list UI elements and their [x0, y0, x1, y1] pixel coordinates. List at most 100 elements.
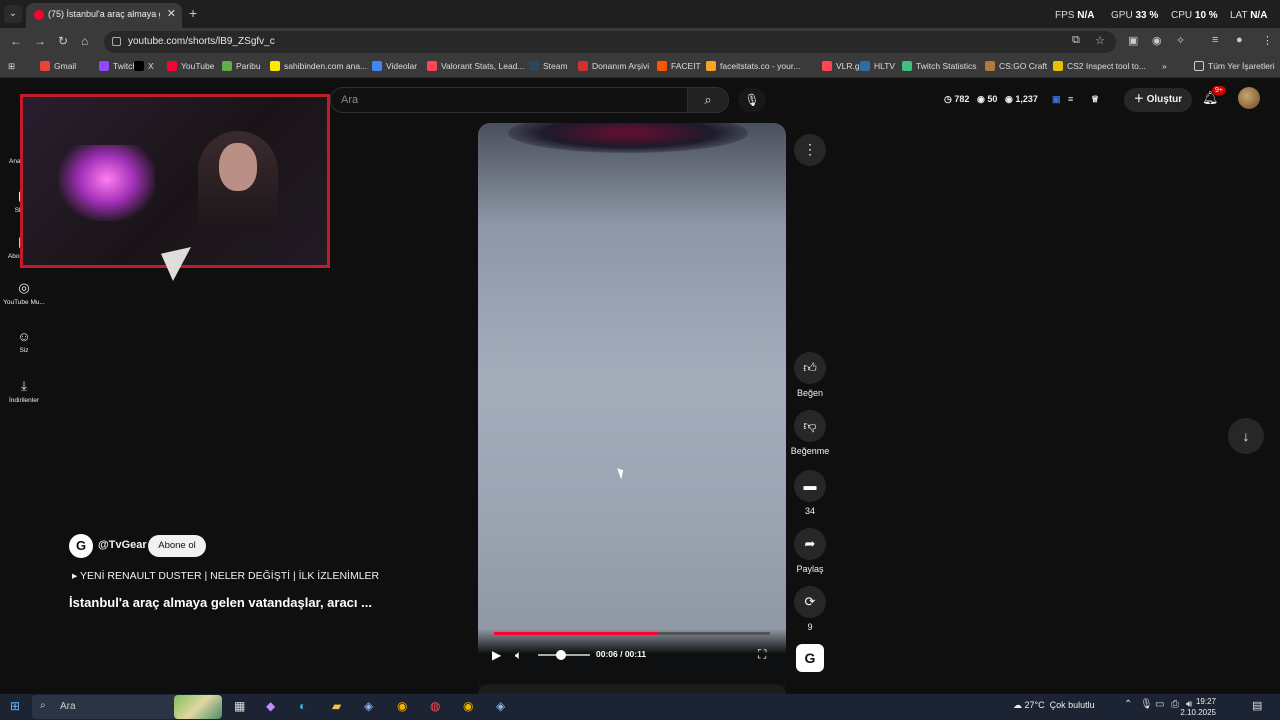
taskbar-clock[interactable]: 19:27 2.10.2025: [1176, 696, 1216, 718]
bookmark-item[interactable]: Videolar: [372, 61, 417, 71]
tab-search-dropdown[interactable]: ⌄: [4, 5, 22, 23]
profile-avatar-icon[interactable]: ●: [1236, 34, 1243, 46]
microphone-tray-icon[interactable]: 🎙︎: [1140, 699, 1153, 710]
address-bar[interactable]: youtube.com/shorts/lB9_ZSgfv_c: [104, 31, 1116, 53]
steam-icon[interactable]: ◈: [364, 699, 373, 713]
bookmark-label: X: [148, 61, 154, 71]
account-avatar[interactable]: [1238, 87, 1260, 109]
browser-menu-icon[interactable]: ⋮: [1262, 34, 1273, 47]
bookmark-item[interactable]: Gmail: [40, 61, 76, 71]
windows-start-icon[interactable]: ⊞: [10, 699, 20, 713]
next-short-preview[interactable]: [478, 684, 786, 694]
bookmark-label: Videolar: [386, 61, 418, 71]
forward-icon[interactable]: →: [34, 34, 46, 48]
ext-badge-icon[interactable]: ▣: [1052, 94, 1061, 105]
channel-name[interactable]: @TvGear: [98, 539, 147, 551]
reload-icon[interactable]: ↻: [58, 34, 68, 48]
task-view-icon[interactable]: ▦: [234, 699, 245, 713]
home-icon[interactable]: ⌂: [81, 34, 88, 48]
bookmark-item[interactable]: X: [134, 61, 154, 71]
new-tab-button[interactable]: +: [189, 5, 197, 21]
bookmark-item[interactable]: HLTV: [860, 61, 895, 71]
cpu-value: 10 %: [1194, 10, 1218, 21]
clock-time: 19:27: [1195, 697, 1216, 706]
extensions-puzzle-icon[interactable]: ✧: [1176, 34, 1185, 47]
sidebar-item-you[interactable]: ☺ Siz: [0, 329, 48, 354]
ext-list-icon[interactable]: ≡: [1068, 94, 1073, 104]
weather-cloud-icon: ☁: [1013, 700, 1025, 710]
tray-chevron-icon[interactable]: ⌃: [1124, 699, 1132, 710]
bookmark-item[interactable]: Valorant Stats, Lead...: [427, 61, 524, 71]
channel-logo-icon[interactable]: G: [796, 644, 824, 672]
apps-grid-icon[interactable]: ⊞: [8, 61, 15, 72]
ext-trophy-icon[interactable]: ♕: [1091, 94, 1099, 105]
volume-icon[interactable]: 🔈︎: [515, 648, 522, 663]
more-options-button[interactable]: ⋮: [794, 134, 826, 166]
bookmarks-overflow-icon[interactable]: »: [1162, 61, 1167, 71]
ext-stat-b-value: 50: [987, 94, 998, 104]
app-icon[interactable]: ◍: [430, 699, 440, 713]
dislike-button[interactable]: 👎︎ Beğenme: [790, 410, 830, 456]
comments-button[interactable]: ▬ 34: [790, 470, 830, 516]
user-icon: ☺: [17, 329, 31, 344]
bookmark-item[interactable]: CS2 Inspect tool to...: [1053, 61, 1146, 71]
next-short-button[interactable]: ↓: [1228, 418, 1264, 454]
browser-tab-active[interactable]: (75) İstanbul'a araç almaya gele ✕: [26, 3, 182, 28]
search-input[interactable]: Ara: [330, 87, 688, 113]
volume-slider[interactable]: [538, 650, 590, 660]
notification-center-icon[interactable]: ▤: [1252, 699, 1262, 712]
copilot-icon[interactable]: ◆: [266, 699, 275, 713]
edge-icon[interactable]: ◐: [299, 699, 306, 713]
bookmark-item[interactable]: faceitstats.co - your...: [706, 61, 800, 71]
sidebar-item-youtube-music[interactable]: ◎ YouTube Mu...: [0, 280, 48, 306]
bookmark-star-icon[interactable]: ☆: [1095, 34, 1105, 47]
bookmark-item[interactable]: YouTube: [167, 61, 214, 71]
chrome-icon[interactable]: ◉: [397, 699, 407, 713]
bookmark-label: YouTube: [181, 61, 215, 71]
bookmark-favicon-icon: [902, 61, 912, 71]
bookmark-favicon-icon: [985, 61, 995, 71]
bookmark-item[interactable]: Donanım Arşivi: [578, 61, 649, 71]
bookmark-item[interactable]: Paribu: [222, 61, 261, 71]
file-explorer-icon[interactable]: ▰: [332, 699, 341, 713]
like-button[interactable]: 👍︎ Beğen: [790, 352, 830, 398]
extension-blue-icon[interactable]: ◉: [1152, 34, 1162, 47]
subscribe-button[interactable]: Abone ol: [148, 535, 206, 557]
play-icon[interactable]: ▶: [492, 648, 501, 662]
progress-bar[interactable]: [494, 632, 770, 635]
search-button[interactable]: ⌕: [687, 87, 729, 113]
extension-icon[interactable]: ▣: [1128, 34, 1138, 47]
fullscreen-icon[interactable]: ⛶: [758, 647, 766, 662]
bookmark-item[interactable]: VLR.gg: [822, 61, 864, 71]
voice-search-button[interactable]: 🎙︎: [738, 87, 766, 113]
tray-display-icon[interactable]: ▭: [1155, 699, 1164, 710]
sidebar-item-downloads[interactable]: ⤓ İndirilenler: [0, 378, 48, 404]
fps-label: FPS: [1055, 10, 1075, 21]
site-info-icon[interactable]: [112, 37, 121, 46]
bookmark-item[interactable]: Steam: [529, 61, 568, 71]
bookmark-item[interactable]: Twitch Statistics: [902, 61, 976, 71]
related-video-link[interactable]: ▸ YENİ RENAULT DUSTER | NELER DEĞİŞTİ | …: [72, 570, 379, 582]
chrome-active-icon[interactable]: ◉: [463, 699, 473, 713]
create-button[interactable]: ＋ Oluştur: [1124, 88, 1192, 112]
media-control-icon[interactable]: ≡: [1212, 34, 1218, 46]
share-button[interactable]: ➦ Paylaş: [790, 528, 830, 574]
video-title[interactable]: İstanbul'a araç almaya gelen vatandaşlar…: [69, 595, 372, 610]
all-bookmarks-folder[interactable]: Tüm Yer İşaretleri: [1194, 61, 1275, 71]
bookmark-label: faceitstats.co - your...: [720, 61, 801, 71]
steam-active-icon[interactable]: ◈: [496, 699, 505, 713]
install-app-icon[interactable]: ⧉: [1072, 34, 1080, 47]
remix-button[interactable]: ⟳ 9: [790, 586, 830, 632]
back-icon[interactable]: ←: [10, 34, 22, 48]
bookmark-item[interactable]: sahibinden.com ana...: [270, 61, 367, 71]
bookmark-item[interactable]: FACEIT: [657, 61, 701, 71]
shorts-video-player[interactable]: ▶ 🔈︎ 00:06 / 00:11 ⛶: [478, 123, 786, 691]
bookmark-item[interactable]: CS:GO Craft: [985, 61, 1047, 71]
fps-stat: FPS N/A: [1055, 10, 1094, 21]
channel-avatar[interactable]: G: [69, 534, 93, 558]
weather-widget[interactable]: ☁ 27°C Çok bulutlu: [1013, 700, 1095, 711]
tab-close-icon[interactable]: ✕: [167, 7, 176, 20]
sidebar-item-label: YouTube Mu...: [3, 299, 45, 306]
bookmark-item[interactable]: Twitch: [99, 61, 137, 71]
taskbar-search[interactable]: ⌕ Ara: [32, 695, 222, 719]
